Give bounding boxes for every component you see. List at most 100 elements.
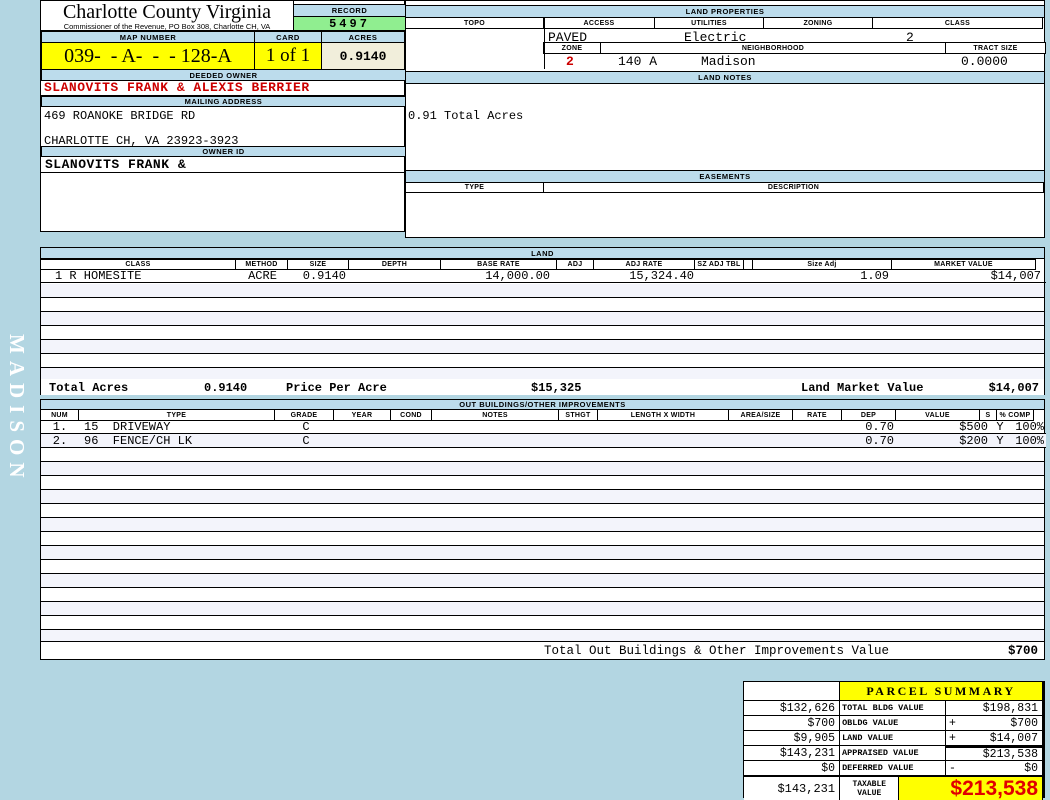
ps-row-total-bldg: $132,626 TOTAL BLDG VALUE $198,831	[744, 701, 1043, 716]
ob-col-cond: COND	[390, 409, 432, 421]
ps-label-land: LAND VALUE	[840, 731, 946, 746]
ps-label-taxable: TAXABLE VALUE	[840, 777, 900, 800]
ps-value-total-bldg: $198,831	[945, 701, 1043, 716]
price-per-acre-label: Price Per Acre	[286, 381, 387, 395]
topo-column-divider	[544, 17, 545, 69]
ps-header-blank	[744, 682, 841, 701]
ps-value-obldg: $700	[1010, 716, 1038, 730]
land-row-depth	[351, 269, 444, 282]
land-row-sz-adj-tbl	[701, 269, 761, 282]
ps-value-land: $14,007	[989, 731, 1038, 745]
land-table: LAND CLASS METHOD SIZE DEPTH BASE RATE A…	[40, 247, 1046, 395]
ps-sign-deferred: -	[949, 761, 956, 775]
ob-col-area-size: AREA/SIZE	[728, 409, 793, 421]
ob-row1-dep: 0.70	[865, 420, 894, 434]
ob-total-row: Total Out Buildings & Other Improvements…	[41, 641, 1044, 659]
ps-prior-deferred: $0	[744, 761, 841, 776]
county-header: Charlotte County Virginia Commissioner o…	[41, 1, 294, 31]
ob-total-label: Total Out Buildings & Other Improvements…	[544, 644, 890, 658]
ps-row-land: $9,905 LAND VALUE + $14,007	[744, 731, 1043, 746]
class-label: CLASS	[872, 17, 1043, 29]
ob-row2-grade: C	[302, 433, 310, 448]
land-row-base-rate: 14,000.00	[485, 268, 550, 283]
ps-prior-appraised: $143,231	[744, 746, 841, 761]
ob-row1-grade: C	[302, 420, 310, 434]
ps-value-deferred: $0	[1024, 761, 1038, 775]
total-acres-value: 0.9140	[204, 381, 248, 395]
ps-label-deferred: DEFERRED VALUE	[840, 761, 946, 776]
ps-prior-land: $9,905	[744, 731, 841, 746]
land-row-adj-rate: 15,324.40	[629, 268, 694, 283]
ob-row1-spacer	[336, 421, 851, 433]
ps-row-obldg: $700 OBLDG VALUE + $700	[744, 716, 1043, 731]
land-row-market-value: $14,007	[990, 268, 1041, 283]
land-market-value-label: Land Market Value	[801, 381, 924, 395]
mailing-address-line1: 469 ROANOKE BRIDGE RD	[44, 109, 196, 123]
neighborhood-code: 140 A	[618, 54, 658, 69]
ps-sign-obldg: +	[949, 716, 956, 730]
ps-sign-land: +	[949, 731, 956, 745]
easement-description-label: DESCRIPTION	[543, 182, 1044, 193]
ps-row-deferred: $0 DEFERRED VALUE - $0	[744, 761, 1043, 776]
ob-row2-s: Y	[996, 433, 1004, 448]
out-buildings-table: OUT BUILDINGS/OTHER IMPROVEMENTS NUM TYP…	[40, 399, 1046, 660]
land-market-value-total: $14,007	[988, 381, 1039, 395]
ob-row1-value: $500	[959, 420, 988, 434]
land-totals-row: Total Acres 0.9140 Price Per Acre $15,32…	[41, 379, 1044, 395]
district-watermark: MADISON	[5, 334, 29, 485]
total-acres-label: Total Acres	[49, 381, 129, 395]
ps-value-taxable: $213,538	[899, 777, 1043, 800]
land-table-title: LAND	[40, 247, 1045, 259]
easement-type-label: TYPE	[405, 182, 544, 193]
ob-row2-pct-comp: 100%	[1015, 433, 1044, 448]
land-row-class: 1 R HOMESITE	[55, 268, 142, 283]
ps-prior-total-bldg: $132,626	[744, 701, 841, 716]
zone-label: ZONE	[543, 42, 601, 54]
acres-value: 0.9140	[321, 42, 405, 70]
ob-total-value: $700	[1007, 644, 1038, 658]
ob-row2-num: 2.	[52, 433, 68, 448]
map-number-value: 039- - A- - - 128-A	[41, 42, 255, 70]
ob-col-length-width: LENGTH X WIDTH	[597, 409, 729, 421]
ob-row2-value: $200	[959, 433, 988, 448]
ob-col-sthgt: STHGT	[558, 409, 598, 421]
ob-row2-type: 96 FENCE/CH LK	[84, 433, 193, 448]
parcel-summary: PARCEL SUMMARY $132,626 TOTAL BLDG VALUE…	[743, 681, 1045, 800]
utilities-label: UTILITIES	[654, 17, 764, 29]
land-notes-text: 0.91 Total Acres	[408, 109, 524, 123]
price-per-acre-value: $15,325	[531, 381, 582, 395]
ob-row-1: 1. 15 DRIVEWAY C 0.70 $500 Y 100%	[41, 420, 1046, 434]
land-notes-title: LAND NOTES	[405, 71, 1045, 84]
county-title: Charlotte County Virginia	[62, 1, 272, 23]
ps-prior-taxable: $143,231	[744, 777, 841, 800]
mailing-address-label: MAILING ADDRESS	[41, 96, 406, 107]
county-subtitle: Commissioner of the Revenue, PO Box 308,…	[63, 22, 271, 31]
land-row-size: 0.9140	[302, 268, 346, 283]
ps-label-appraised: APPRAISED VALUE	[840, 746, 946, 761]
tract-size-value: 0.0000	[961, 54, 1008, 69]
ps-label-total-bldg: TOTAL BLDG VALUE	[840, 701, 946, 716]
land-row-adj	[561, 269, 599, 282]
neighborhood-label: NEIGHBORHOOD	[600, 42, 946, 54]
access-label: ACCESS	[543, 17, 655, 29]
ps-prior-obldg: $700	[744, 716, 841, 731]
ob-col-year: YEAR	[333, 409, 391, 421]
card-value: 1 of 1	[254, 42, 322, 70]
ob-empty-rows	[41, 448, 1044, 641]
ps-label-obldg: OBLDG VALUE	[840, 716, 946, 731]
ob-row2-spacer	[336, 434, 851, 447]
topo-label: TOPO	[405, 17, 544, 29]
zone-value: 2	[566, 54, 574, 69]
owner-panel: Charlotte County Virginia Commissioner o…	[40, 0, 406, 232]
ob-row1-type: 15 DRIVEWAY	[84, 420, 171, 434]
ob-row1-s: Y	[996, 420, 1004, 434]
owner-id-value: SLANOVITS FRANK &	[41, 156, 406, 173]
neighborhood-value: Madison	[701, 54, 756, 69]
land-row: 1 R HOMESITE ACRE 0.9140 14,000.00 15,32…	[41, 269, 1046, 283]
parcel-summary-title: PARCEL SUMMARY	[840, 682, 1043, 701]
ob-row2-dep: 0.70	[865, 433, 894, 448]
ob-row-2: 2. 96 FENCE/CH LK C 0.70 $200 Y 100%	[41, 434, 1046, 448]
ps-row-taxable: $143,231 TAXABLE VALUE $213,538	[744, 776, 1043, 800]
land-properties-panel: LAND PROPERTIES TOPO ACCESS UTILITIES ZO…	[405, 0, 1046, 238]
ps-value-appraised: $213,538	[945, 746, 1043, 761]
